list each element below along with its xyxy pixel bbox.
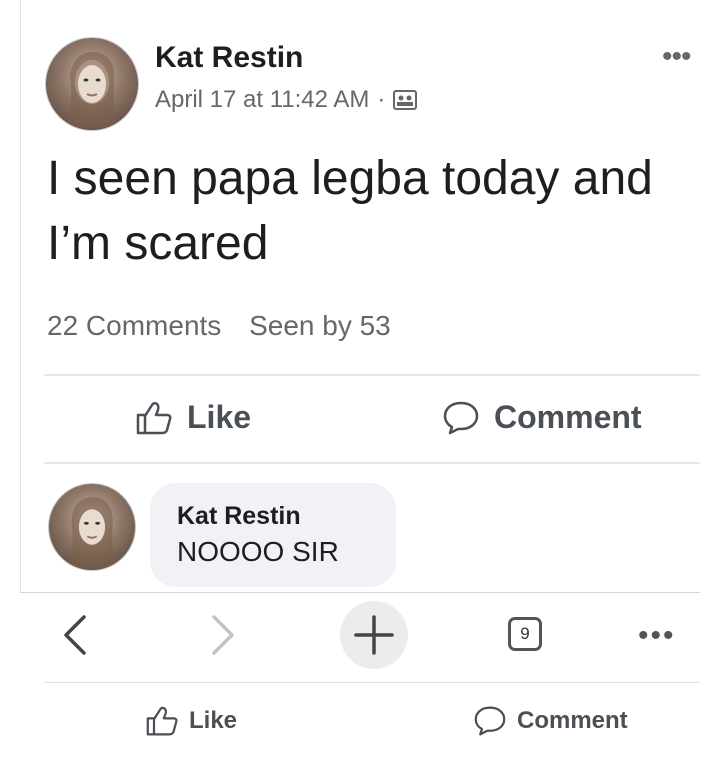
commenter-avatar[interactable] [48, 483, 136, 571]
post-stats: 22 Comments Seen by 53 [47, 310, 411, 342]
footer-like-label: Like [189, 707, 238, 734]
divider [44, 462, 700, 464]
audience-icon[interactable] [393, 89, 418, 111]
browser-more-button[interactable]: ••• [638, 619, 676, 653]
seen-by[interactable]: Seen by 53 [249, 310, 391, 341]
divider [44, 682, 700, 683]
post-meta: April 17 at 11:42 AM · [155, 86, 418, 114]
forward-button[interactable] [208, 613, 238, 662]
comment-text: NOOOO SIR [177, 536, 339, 567]
chevron-right-icon [212, 615, 234, 655]
like-button[interactable]: Like [135, 399, 251, 436]
comment-author[interactable]: Kat Restin [177, 502, 301, 531]
avatar-photo [66, 52, 118, 128]
like-label: Like [187, 399, 252, 435]
plus-icon [354, 615, 394, 655]
footer-comment-label: Comment [517, 707, 628, 734]
toolbar-divider [20, 592, 700, 593]
post-timestamp[interactable]: April 17 at 11:42 AM [155, 86, 369, 114]
comment-button[interactable]: Comment [442, 399, 642, 436]
divider [44, 374, 700, 376]
meta-separator: · [377, 86, 386, 113]
comments-count[interactable]: 22 Comments [47, 310, 221, 341]
comment-icon [474, 706, 506, 736]
comment-label: Comment [494, 399, 642, 435]
chevron-left-icon [64, 615, 86, 655]
avatar[interactable] [45, 37, 139, 131]
footer-like-button[interactable]: Like [145, 705, 237, 737]
footer-comment-button[interactable]: Comment [473, 705, 628, 737]
thumbs-up-icon [146, 706, 178, 736]
thumbs-up-icon [136, 401, 172, 434]
comment-bubble[interactable] [150, 483, 396, 587]
post-author[interactable]: Kat Restin [155, 41, 303, 75]
new-tab-button[interactable] [340, 601, 408, 669]
comment-icon [443, 401, 479, 434]
post-more-button[interactable]: ••• [662, 40, 691, 74]
avatar-photo [67, 497, 117, 569]
post-text: I seen papa legba today and I’m scared [47, 152, 653, 270]
page-edge [20, 0, 21, 592]
back-button[interactable] [60, 613, 90, 662]
tab-switcher-button[interactable]: 9 [508, 617, 542, 651]
